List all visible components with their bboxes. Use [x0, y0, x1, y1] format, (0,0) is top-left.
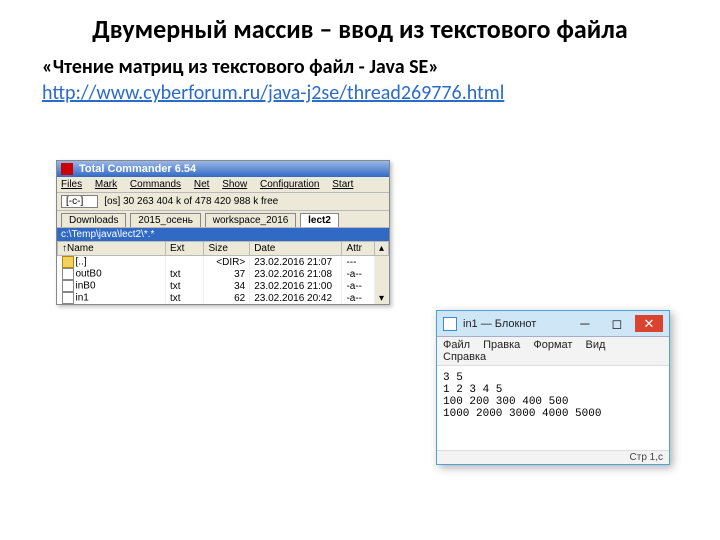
tc-tabrow: Downloads 2015_осень workspace_2016 lect…	[57, 211, 389, 228]
table-row[interactable]: outB0 txt37 23.02.2016 21:08-a--	[58, 268, 389, 280]
np-content[interactable]: 3 5 1 2 3 4 5 100 200 300 400 500 1000 2…	[437, 366, 669, 450]
table-row[interactable]: inB0 txt34 23.02.2016 21:00-a--	[58, 280, 389, 292]
file-icon	[62, 268, 74, 280]
tc-menu-start[interactable]: Start	[332, 179, 353, 190]
tc-header-row: ↑Name Ext Size Date Attr ▴	[58, 242, 389, 256]
file-icon	[62, 292, 74, 304]
tc-tab-2015[interactable]: 2015_осень	[130, 213, 201, 227]
np-menubar: Файл Правка Формат Вид Справка	[437, 337, 669, 366]
tc-tab-downloads[interactable]: Downloads	[61, 213, 126, 227]
np-menu-edit[interactable]: Правка	[483, 339, 520, 351]
np-title: in1 — Блокнот	[463, 318, 536, 330]
file-icon	[62, 280, 74, 292]
tc-app-icon	[61, 163, 73, 175]
tc-titlebar[interactable]: Total Commander 6.54	[57, 161, 389, 177]
np-menu-file[interactable]: Файл	[443, 339, 470, 351]
tc-drive-info: [os] 30 263 404 k of 478 420 988 k free	[104, 196, 278, 207]
tc-menu-show[interactable]: Show	[222, 179, 247, 190]
tc-col-date[interactable]: Date	[250, 242, 342, 256]
table-row[interactable]: in1 txt62 23.02.2016 20:42-a--▾	[58, 292, 389, 304]
tc-col-size[interactable]: Size	[204, 242, 250, 256]
tc-title-text: Total Commander 6.54	[79, 163, 196, 175]
np-menu-view[interactable]: Вид	[585, 339, 605, 351]
slide-subtitle: «Чтение матриц из текстового файл - Java…	[0, 51, 720, 79]
tc-menu-configuration[interactable]: Configuration	[260, 179, 319, 190]
slide-title: Двумерный массив – ввод из текстового фа…	[0, 0, 720, 51]
np-menu-help[interactable]: Справка	[443, 351, 486, 363]
tc-menubar: Files Mark Commands Net Show Configurati…	[57, 177, 389, 193]
source-link[interactable]: http://www.cyberforum.ru/java-j2se/threa…	[42, 81, 504, 105]
notepad-window: in1 — Блокнот ─ ◻ ✕ Файл Правка Формат В…	[436, 310, 670, 465]
maximize-button[interactable]: ◻	[603, 315, 631, 332]
np-menu-format[interactable]: Формат	[533, 339, 572, 351]
close-button[interactable]: ✕	[635, 315, 663, 332]
np-statusbar: Стр 1,с	[437, 450, 669, 464]
notepad-icon	[443, 317, 457, 331]
folder-up-icon	[62, 256, 74, 268]
tc-drivebar: [-c-] [os] 30 263 404 k of 478 420 988 k…	[57, 193, 389, 211]
tc-scroll-down[interactable]: ▾	[374, 292, 388, 304]
tc-scroll-up[interactable]: ▴	[374, 242, 388, 256]
tc-tab-workspace[interactable]: workspace_2016	[205, 213, 297, 227]
tc-menu-commands[interactable]: Commands	[130, 179, 181, 190]
tc-filelist: ↑Name Ext Size Date Attr ▴ [..] <DIR> 23…	[57, 241, 389, 304]
tc-col-ext[interactable]: Ext	[165, 242, 204, 256]
minimize-button[interactable]: ─	[571, 315, 599, 332]
np-titlebar[interactable]: in1 — Блокнот ─ ◻ ✕	[437, 311, 669, 337]
tc-menu-mark[interactable]: Mark	[95, 179, 117, 190]
tc-pathbar[interactable]: c:\Temp\java\lect2\*.*	[57, 228, 389, 241]
tc-menu-net[interactable]: Net	[194, 179, 210, 190]
tc-drive-selector[interactable]: [-c-]	[61, 195, 98, 208]
tc-col-attr[interactable]: Attr	[342, 242, 375, 256]
tc-col-name[interactable]: Name	[67, 243, 94, 254]
tc-tab-lect2[interactable]: lect2	[300, 213, 339, 227]
source-link-row: http://www.cyberforum.ru/java-j2se/threa…	[0, 79, 720, 105]
tc-menu-files[interactable]: Files	[61, 179, 82, 190]
table-row[interactable]: [..] <DIR> 23.02.2016 21:07---	[58, 256, 389, 269]
total-commander-window: Total Commander 6.54 Files Mark Commands…	[56, 160, 390, 305]
